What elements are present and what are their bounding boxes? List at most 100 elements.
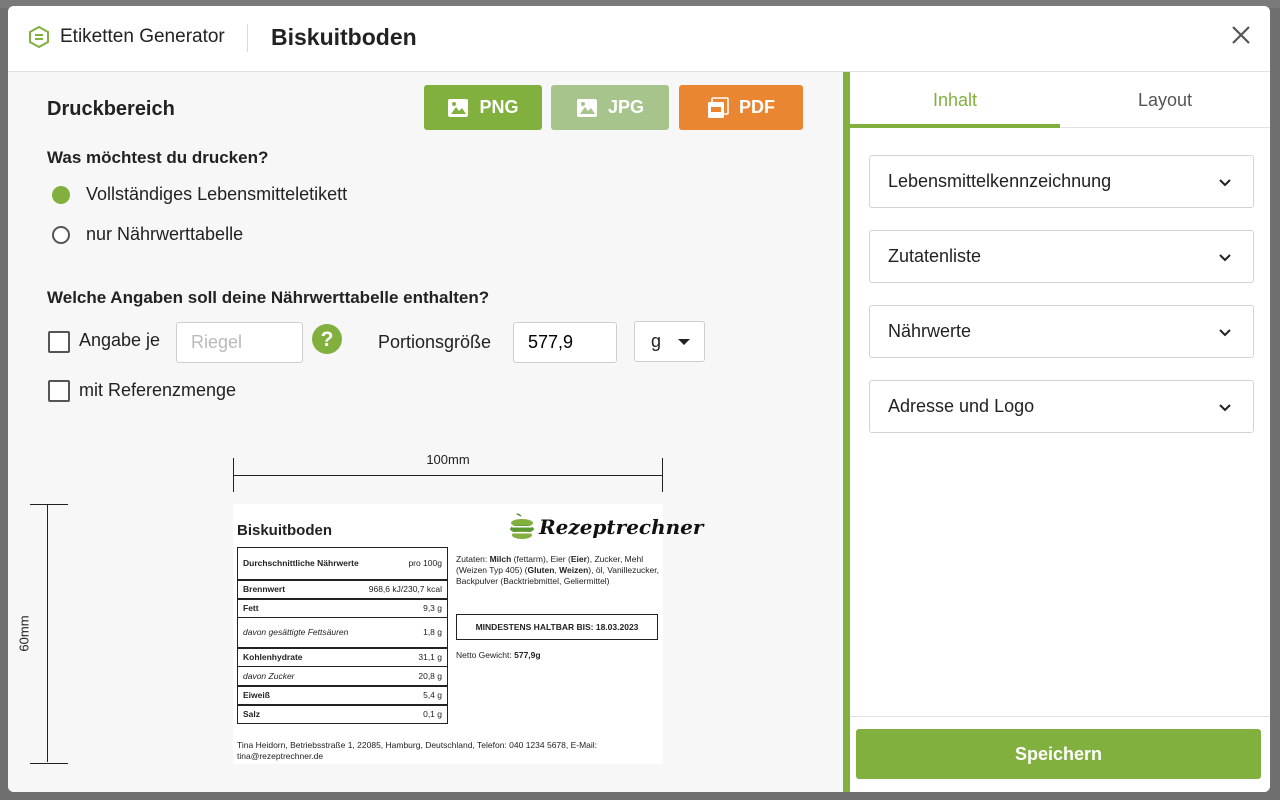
chevron-down-icon (1219, 179, 1231, 187)
image-icon (448, 98, 469, 117)
accordion-label: Adresse und Logo (888, 396, 1035, 416)
nutrition-value: 9,3 g (363, 597, 448, 618)
label-product-title: Biskuitboden (237, 522, 333, 539)
print-area-panel: Druckbereich PNG JPG PDF Was möchtest du… (8, 72, 843, 792)
label-tag-icon (29, 26, 49, 48)
chevron-down-icon (1219, 329, 1231, 337)
settings-panel: Inhalt Layout Lebensmittelkennzeichnung … (850, 72, 1270, 792)
radio-full-label[interactable] (52, 185, 70, 204)
nutrition-header-value: pro 100g (408, 558, 442, 569)
height-dimension-tick-bottom (30, 763, 68, 764)
allergen-weizen: Weizen (559, 565, 589, 576)
print-question: Was möchtest du drucken? (47, 148, 269, 167)
tab-layout[interactable]: Layout (1060, 72, 1270, 128)
nutrition-value: 31,1 g (363, 646, 448, 667)
height-dimension: 60mm (17, 504, 70, 764)
unit-select-value: g (651, 331, 662, 351)
allergen-milch: Milch (489, 554, 512, 564)
settings-footer: Speichern (850, 716, 1270, 792)
save-button[interactable]: Speichern (856, 729, 1261, 779)
option-nutrition-only-text: nur Nährwerttabelle (86, 224, 244, 244)
brand: Etiketten Generator (28, 26, 225, 48)
chevron-down-icon (1219, 254, 1231, 262)
radio-nutrition-only[interactable] (52, 225, 70, 244)
header-divider (247, 24, 248, 52)
export-png-button[interactable]: PNG (424, 85, 542, 130)
accordion-adresse-logo[interactable]: Adresse und Logo (869, 380, 1254, 433)
ingredients-text: Zutaten: Milch (fettarm), Eier (Eier), Z… (456, 554, 660, 587)
accordion-lebensmittelkennzeichnung[interactable]: Lebensmittelkennzeichnung (869, 155, 1254, 208)
pdf-file-icon (708, 96, 729, 118)
nutrition-value: 968,6 kJ/230,7 kcal (363, 578, 448, 599)
nutrition-label: Eiweiß (237, 684, 364, 705)
export-jpg-button[interactable]: JPG (551, 85, 669, 130)
referenz-checkbox[interactable] (48, 380, 70, 402)
width-dimension: 100mm (233, 452, 663, 492)
nutrition-value: 5,4 g (363, 684, 448, 705)
best-before-box: MINDESTENS HALTBAR BIS: 18.03.2023 (456, 614, 658, 640)
nutrition-label: davon gesättigte Fettsäuren (237, 617, 364, 648)
nutrition-label: Brennwert (237, 578, 364, 599)
table-row: Kohlenhydrate 31,1 g (237, 646, 448, 667)
portion-size-input[interactable] (513, 322, 617, 363)
width-dimension-line (233, 475, 663, 476)
angabe-je-label: Angabe je (79, 330, 161, 350)
brand-name: Etiketten Generator (60, 26, 225, 47)
net-weight-label: Netto Gewicht: (456, 650, 515, 660)
export-png-label: PNG (479, 97, 519, 117)
image-icon (576, 98, 597, 117)
table-row: Eiweiß 5,4 g (237, 684, 448, 705)
accordion-naehrwerte[interactable]: Nährwerte (869, 305, 1254, 358)
ingredients-part: (fettarm), Eier ( (511, 554, 571, 564)
export-pdf-button[interactable]: PDF (679, 85, 803, 130)
ingredients-prefix: Zutaten: (456, 554, 490, 564)
accordion-zutatenliste[interactable]: Zutatenliste (869, 230, 1254, 283)
allergen-eier: Eier (570, 554, 587, 564)
chevron-down-icon (1219, 404, 1231, 412)
angabe-je-checkbox[interactable] (48, 331, 70, 353)
table-row: Salz 0,1 g (237, 703, 448, 724)
nutrition-value: 20,8 g (363, 666, 448, 686)
height-dimension-line (47, 504, 48, 762)
table-row: Durchschnittliche Nährwerte pro 100g (238, 548, 448, 580)
accordion-label: Lebensmittelkennzeichnung (888, 171, 1112, 191)
panel-divider (843, 72, 850, 792)
nutrition-table: Durchschnittliche Nährwerte pro 100g Bre… (237, 547, 448, 724)
accordion-label: Nährwerte (888, 321, 972, 341)
angabe-je-input[interactable] (176, 322, 303, 363)
table-row: davon gesättigte Fettsäuren 1,8 g (237, 617, 448, 648)
page-title: Biskuitboden (271, 24, 417, 50)
option-full-label[interactable]: Vollständiges Lebensmitteletikett (52, 184, 347, 205)
unit-select[interactable]: g (634, 321, 705, 362)
allergen-gluten: Gluten (527, 565, 555, 576)
nutrition-value: 1,8 g (363, 617, 448, 648)
width-dimension-tick-right (662, 458, 663, 492)
referenz-label: mit Referenzmenge (79, 380, 237, 400)
export-pdf-label: PDF (739, 97, 775, 117)
label-preview: Biskuitboden Rezeptrechner Durchschnittl… (233, 504, 703, 764)
close-icon[interactable] (1230, 24, 1252, 46)
tab-inhalt[interactable]: Inhalt (850, 72, 1060, 128)
option-nutrition-only[interactable]: nur Nährwerttabelle (52, 224, 243, 245)
nutrition-question: Welche Angaben soll deine Nährwerttabell… (47, 288, 490, 307)
width-dimension-label: 100mm (426, 452, 470, 467)
net-weight: Netto Gewicht: 577,9g (456, 650, 541, 660)
nutrition-label: Fett (237, 597, 364, 618)
active-tab-indicator (850, 124, 1060, 128)
export-jpg-label: JPG (607, 97, 645, 117)
portion-size-label: Portionsgröße (378, 332, 492, 352)
help-icon[interactable]: ? (312, 324, 342, 354)
nutrition-value: 0,1 g (363, 703, 448, 724)
nutrition-label: davon Zucker (237, 666, 364, 686)
settings-tabs: Inhalt Layout (850, 72, 1270, 128)
table-row: Fett 9,3 g (237, 597, 448, 618)
option-full-label-text: Vollständiges Lebensmitteletikett (86, 184, 348, 204)
accordion-label: Zutatenliste (888, 246, 982, 266)
caret-down-icon (678, 339, 690, 345)
logo-wordmark: Rezeptrechner (539, 515, 704, 539)
svg-text:?: ? (321, 328, 334, 351)
height-dimension-label: 60mm (16, 615, 32, 652)
address-text: Tina Heidorn, Betriebsstraße 1, 22085, H… (237, 740, 598, 761)
apple-logo-icon (510, 513, 534, 539)
label-generator-modal: Etiketten Generator Biskuitboden Druckbe… (8, 6, 1270, 792)
